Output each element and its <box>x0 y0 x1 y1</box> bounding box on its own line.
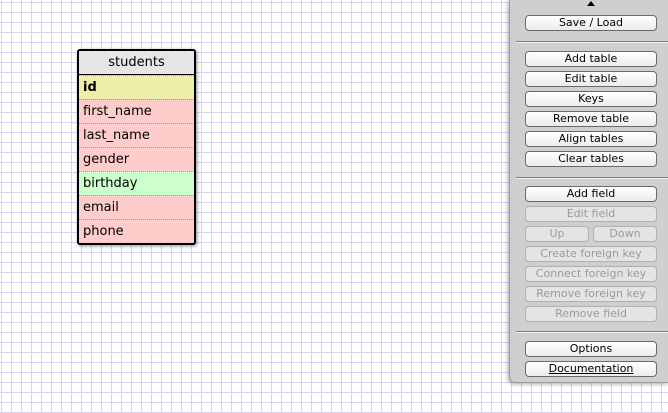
field-row-email[interactable]: email <box>79 195 194 219</box>
add-field-button[interactable]: Add field <box>525 186 657 202</box>
field-row-phone[interactable]: phone <box>79 219 194 243</box>
move-down-button[interactable]: Down <box>593 226 657 242</box>
keys-button[interactable]: Keys <box>525 91 657 107</box>
remove-foreign-key-button[interactable]: Remove foreign key <box>525 286 657 302</box>
divider <box>516 331 668 333</box>
clear-tables-button[interactable]: Clear tables <box>525 151 657 167</box>
add-table-button[interactable]: Add table <box>525 51 657 67</box>
field-row-birthday[interactable]: birthday <box>79 171 194 195</box>
move-up-button[interactable]: Up <box>525 226 589 242</box>
documentation-link[interactable]: Documentation <box>525 361 657 377</box>
field-row-id[interactable]: id <box>79 75 194 99</box>
remove-table-button[interactable]: Remove table <box>525 111 657 127</box>
connect-foreign-key-button[interactable]: Connect foreign key <box>525 266 657 282</box>
table-title[interactable]: students <box>79 51 194 75</box>
divider <box>516 41 668 43</box>
create-foreign-key-button[interactable]: Create foreign key <box>525 246 657 262</box>
remove-field-button[interactable]: Remove field <box>525 306 657 322</box>
align-tables-button[interactable]: Align tables <box>525 131 657 147</box>
control-panel: Save / Load Add table Edit table Keys Re… <box>509 0 668 383</box>
field-row-first-name[interactable]: first_name <box>79 99 194 123</box>
save-load-button[interactable]: Save / Load <box>525 15 657 31</box>
divider <box>516 177 668 179</box>
edit-field-button[interactable]: Edit field <box>525 206 657 222</box>
options-button[interactable]: Options <box>525 341 657 357</box>
triangle-up-icon[interactable] <box>587 1 595 6</box>
field-row-gender[interactable]: gender <box>79 147 194 171</box>
table-students[interactable]: students id first_name last_name gender … <box>77 49 196 245</box>
edit-table-button[interactable]: Edit table <box>525 71 657 87</box>
field-row-last-name[interactable]: last_name <box>79 123 194 147</box>
